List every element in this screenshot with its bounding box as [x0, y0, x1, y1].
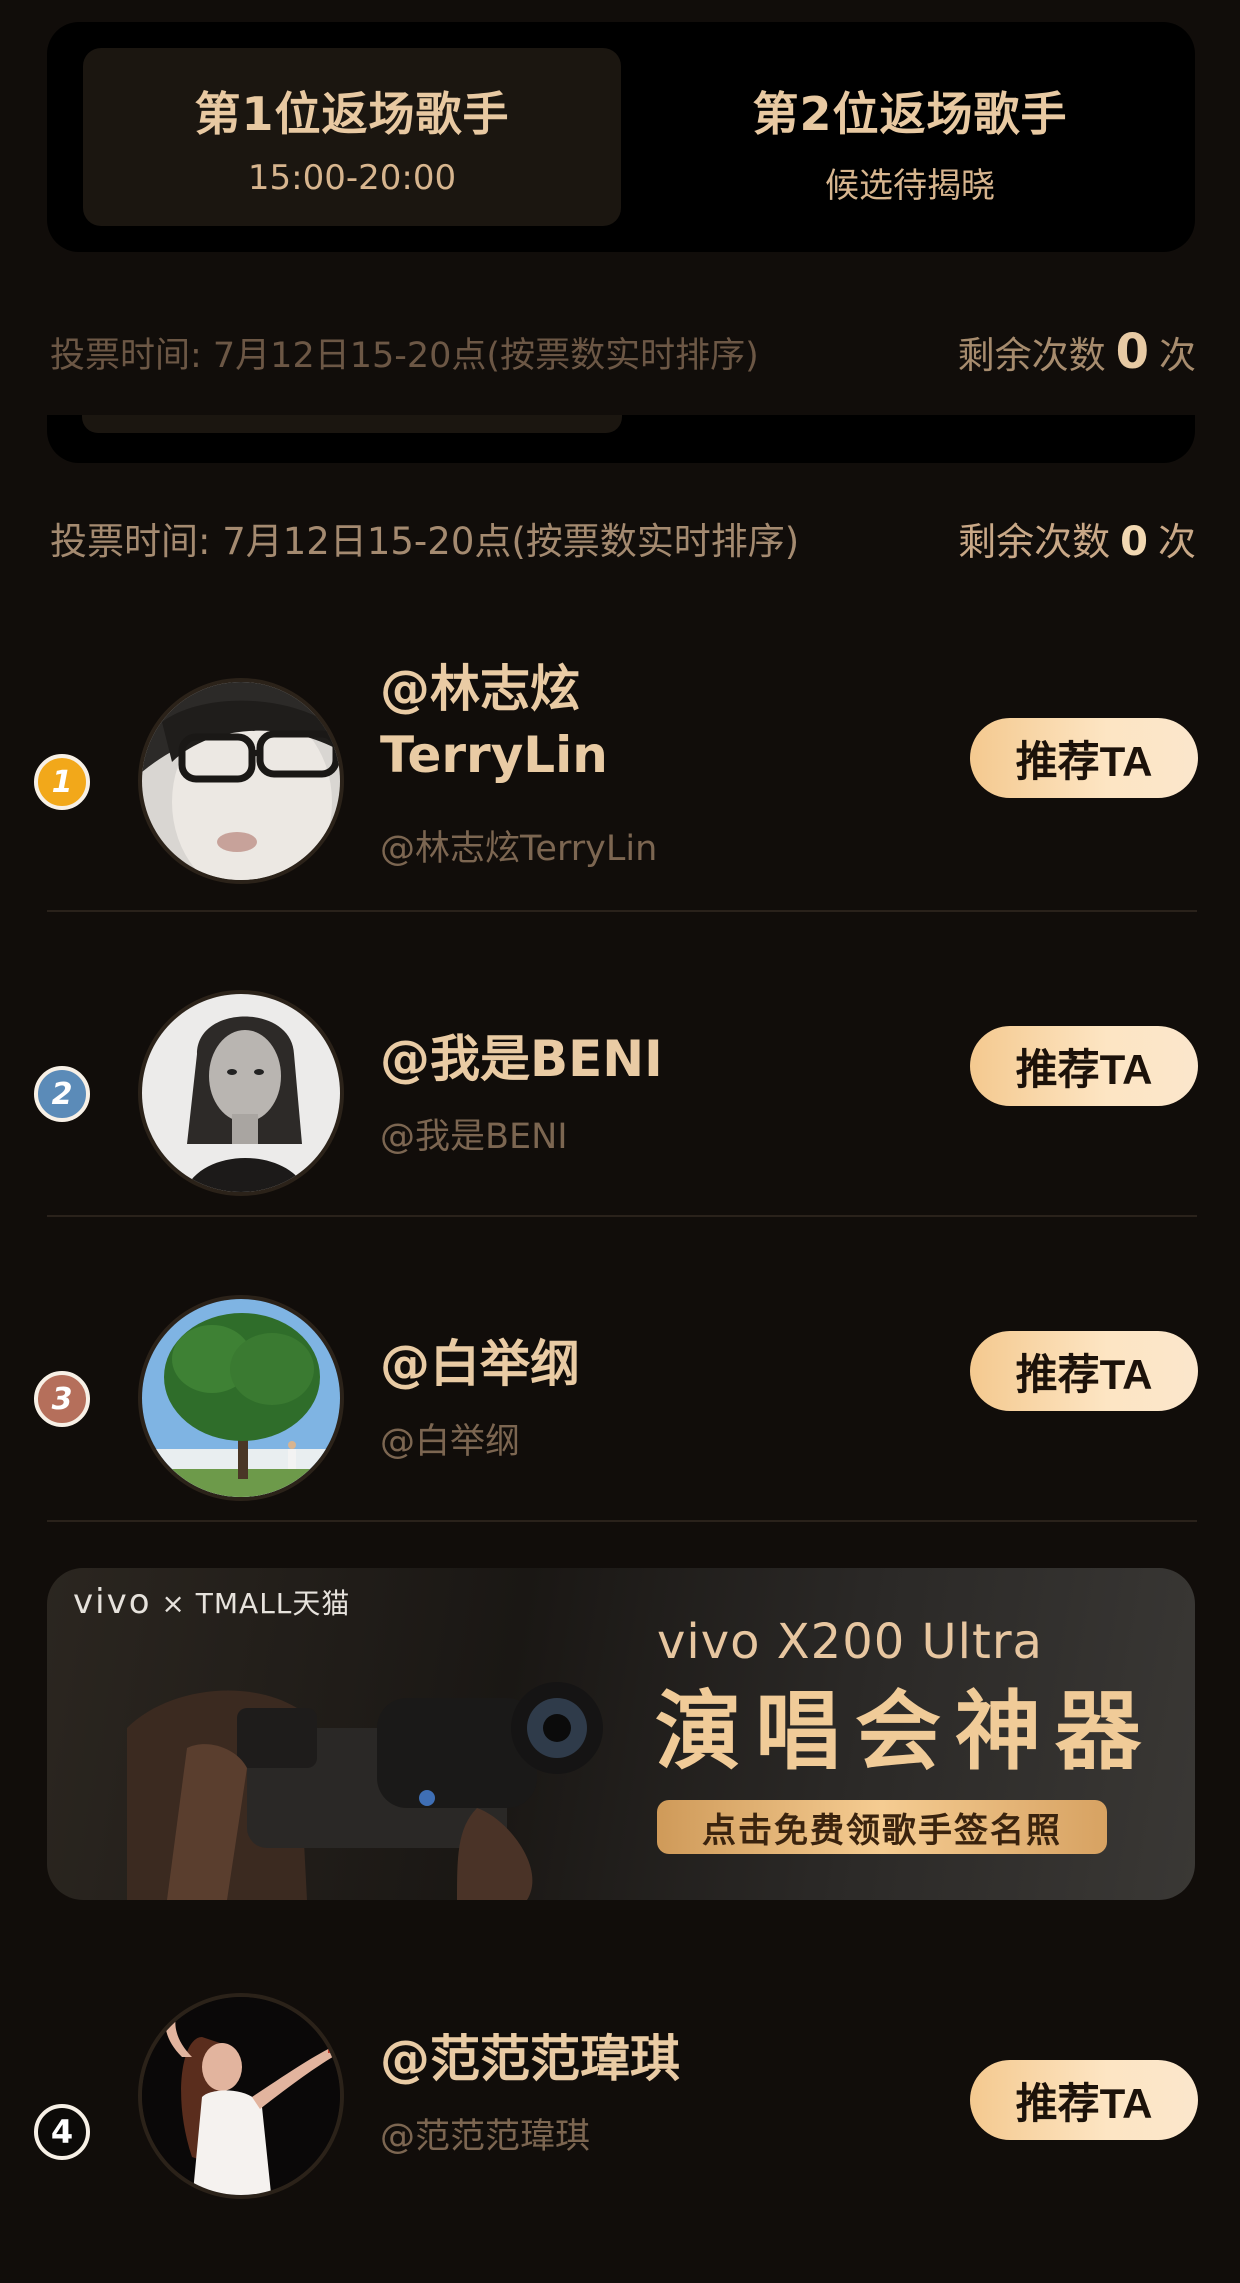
rank-badge: 4 — [34, 2104, 90, 2160]
tab-subtitle: 15:00-20:00 — [247, 158, 457, 198]
candidate-handle: @范范范瑋琪 — [380, 2117, 591, 2157]
tab-title: 第2位返场歌手 — [752, 87, 1068, 141]
recommend-button[interactable]: 推荐TA — [970, 718, 1198, 798]
candidate-name: @白举纲 — [380, 1335, 580, 1393]
tab-singer-2[interactable]: 第2位返场歌手 候选待揭晓 — [641, 48, 1179, 226]
candidate-row: 3 @白举纲 @白举纲 推荐TA — [0, 1265, 1240, 1515]
vote-time-text: 投票时间: 7月12日15-20点(按票数实时排序) — [50, 335, 759, 376]
candidate-name-line: @林志炫 — [380, 660, 580, 718]
vivo-ad-banner[interactable]: vivo × TMALL天猫 vivo X200 Ultra 演唱会神器 点击免… — [47, 1568, 1195, 1900]
recommend-button[interactable]: 推荐TA — [970, 1026, 1198, 1106]
row-divider — [47, 910, 1197, 912]
banner-cta-button[interactable]: 点击免费领歌手签名照 — [657, 1800, 1107, 1854]
singer-tab-panel: 第1位返场歌手 15:00-20:00 第2位返场歌手 候选待揭晓 — [47, 22, 1195, 252]
recommend-button[interactable]: 推荐TA — [970, 1331, 1198, 1411]
portrait-glasses-icon[interactable] — [138, 678, 344, 884]
banner-model: vivo X200 Ultra — [657, 1614, 1043, 1670]
remaining-count: 0 — [1115, 324, 1149, 380]
candidate-row: 2 @我是BENI @我是BENI 推荐TA — [0, 960, 1240, 1210]
rank-badge: 3 — [34, 1371, 90, 1427]
scrolled-tab — [82, 415, 622, 433]
rank-badge: 2 — [34, 1066, 90, 1122]
candidate-name: @林志炫 TerryLin — [380, 656, 670, 788]
candidate-handle: @我是BENI — [380, 1117, 568, 1157]
rank-badge: 1 — [34, 754, 90, 810]
tab-subtitle: 候选待揭晓 — [825, 166, 995, 206]
vote-time-text: 投票时间: 7月12日15-20点(按票数实时排序) — [50, 520, 800, 563]
brand-tmall: TMALL天猫 — [195, 1587, 351, 1620]
remaining-label: 剩余次数 — [957, 334, 1106, 377]
vote-info: 投票时间: 7月12日15-20点(按票数实时排序) 剩余次数 0 次 — [50, 508, 1196, 568]
row-divider — [47, 1520, 1197, 1522]
remaining-votes: 剩余次数 0 次 — [958, 324, 1196, 380]
recommend-button[interactable]: 推荐TA — [970, 2060, 1198, 2140]
banner-fine-print — [65, 1866, 365, 1880]
candidate-name: @范范范瑋琪 — [380, 2030, 680, 2088]
tree-icon[interactable] — [138, 1295, 344, 1501]
candidate-row: 1 @林志炫 TerryLin @林志炫TerryLin 推荐TA — [0, 648, 1240, 908]
candidate-name-line: TerryLin — [380, 726, 608, 784]
vote-info-sticky: 投票时间: 7月12日15-20点(按票数实时排序) 剩余次数 0 次 — [50, 322, 1196, 382]
remaining-unit: 次 — [1159, 334, 1196, 377]
row-divider — [47, 1215, 1197, 1217]
remaining-unit: 次 — [1157, 519, 1196, 564]
brand-separator: × — [161, 1587, 186, 1620]
remaining-label: 剩余次数 — [958, 519, 1111, 564]
remaining-count: 0 — [1120, 518, 1148, 565]
candidate-handle: @林志炫TerryLin — [380, 829, 658, 869]
performer-icon[interactable] — [138, 1993, 344, 2199]
candidate-name: @我是BENI — [380, 1030, 663, 1088]
candidate-handle: @白举纲 — [380, 1422, 521, 1462]
banner-headline: 演唱会神器 — [655, 1682, 1155, 1782]
banner-brand: vivo × TMALL天猫 — [73, 1582, 350, 1622]
brand-vivo: vivo — [73, 1582, 152, 1622]
tab-title: 第1位返场歌手 — [194, 87, 510, 141]
camera-phone-icon — [127, 1682, 603, 1900]
remaining-votes: 剩余次数 0 次 — [958, 511, 1196, 566]
portrait-woman-icon[interactable] — [138, 990, 344, 1196]
candidate-row: 4 @范范范瑋琪 @范范范瑋琪 推荐TA — [0, 1990, 1240, 2240]
tab-singer-1[interactable]: 第1位返场歌手 15:00-20:00 — [83, 48, 621, 226]
